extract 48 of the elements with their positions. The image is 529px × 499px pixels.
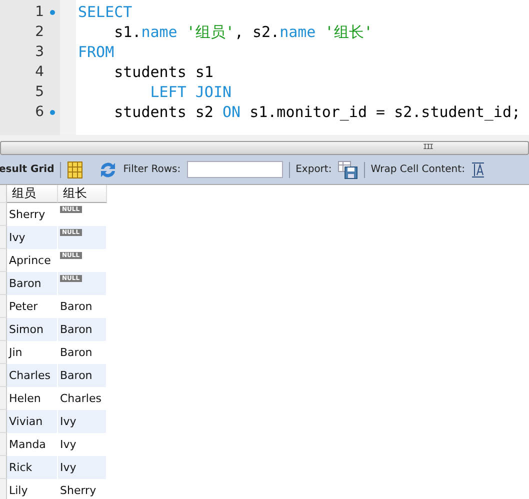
row-header[interactable] [0, 341, 7, 364]
filter-rows-label: Filter Rows: [123, 164, 181, 175]
table-cell: Sherry [58, 479, 107, 499]
line-number: 3 [35, 44, 44, 60]
row-header[interactable] [0, 433, 7, 456]
table-cell: Charles [7, 364, 58, 387]
row-header[interactable] [0, 318, 7, 341]
row-header[interactable] [0, 479, 7, 499]
column-header[interactable]: 组长 [58, 185, 107, 203]
table-cell: Baron [58, 318, 107, 341]
table-cell: Ivy [7, 226, 58, 249]
row-header[interactable] [0, 185, 7, 203]
table-cell: Rick [7, 456, 58, 479]
row-header[interactable] [0, 203, 7, 226]
export-label: Export: [296, 164, 332, 175]
save-icon[interactable] [338, 160, 358, 178]
code-line: students s2 ON s1.monitor_id = s2.student_id; [113, 103, 521, 121]
refresh-icon[interactable] [99, 160, 118, 178]
row-header[interactable] [0, 456, 7, 479]
code-line: students s1 [113, 63, 214, 81]
table-cell: Baron [58, 364, 107, 387]
code-line: s1.name '组员', s2.name '组长' [113, 22, 373, 40]
code-line: LEFT JOIN [149, 83, 232, 101]
table-cell: Ivy [58, 410, 107, 433]
row-header[interactable] [0, 226, 7, 249]
columns-icon[interactable] [67, 160, 84, 178]
row-header[interactable] [0, 249, 7, 272]
wrap-cell-content-label: Wrap Cell Content: [370, 164, 465, 175]
line-number: 6 [35, 104, 44, 120]
wrap-text-icon[interactable] [470, 162, 485, 178]
filter-rows-field[interactable] [186, 161, 283, 178]
table-cell: Lily [7, 479, 58, 499]
code-line: FROM [78, 43, 114, 61]
table-cell: Baron [7, 272, 58, 295]
table-cell: Simon [7, 318, 58, 341]
row-header[interactable] [0, 364, 7, 387]
row-header[interactable] [0, 410, 7, 433]
row-header[interactable] [0, 295, 7, 318]
column-header[interactable]: 组员 [7, 185, 58, 203]
row-header[interactable] [0, 387, 7, 410]
code-line: SELECT [78, 3, 132, 21]
line-number: 1 [35, 4, 44, 20]
line-number: 2 [35, 24, 44, 40]
table-cell: Ivy [58, 456, 107, 479]
line-number: 4 [35, 64, 44, 80]
line-number: 5 [35, 84, 44, 100]
table-cell: Vivian [7, 410, 58, 433]
row-header[interactable] [0, 272, 7, 295]
